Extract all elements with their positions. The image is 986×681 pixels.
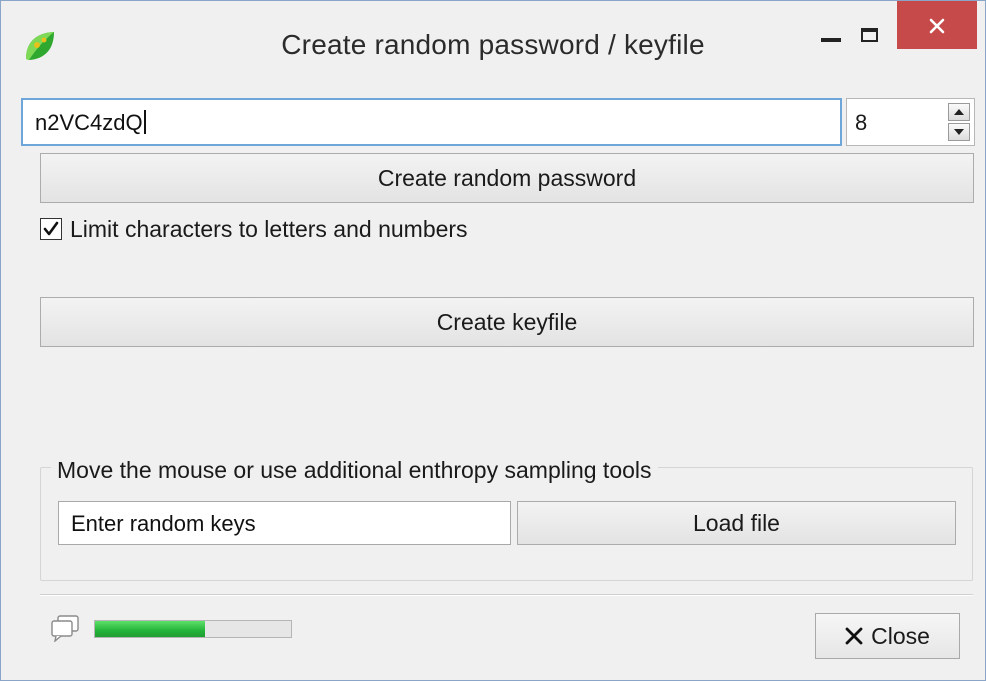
entropy-progress-bar [94, 620, 292, 638]
load-file-button[interactable]: Load file [517, 501, 956, 545]
create-keyfile-button[interactable]: Create keyfile [40, 297, 974, 347]
close-icon [929, 18, 945, 34]
checkmark-icon [43, 221, 59, 236]
maximize-icon [861, 28, 878, 42]
arrow-up-icon [954, 109, 964, 115]
title-bar[interactable]: Create random password / keyfile [1, 1, 985, 85]
limit-characters-label: Limit characters to letters and numbers [70, 216, 468, 242]
titlebar-close-button[interactable] [897, 1, 977, 49]
length-spinbox[interactable]: 8 [846, 98, 975, 146]
close-x-icon [845, 627, 863, 645]
close-button-label: Close [871, 623, 930, 649]
progress-fill [95, 621, 205, 637]
text-caret [143, 110, 146, 134]
spin-up-button[interactable] [948, 103, 970, 121]
maximize-button[interactable] [851, 1, 891, 61]
minimize-button[interactable] [813, 1, 851, 61]
spin-down-button[interactable] [948, 123, 970, 141]
close-button[interactable]: Close [815, 613, 960, 659]
limit-characters-checkbox[interactable] [40, 218, 62, 240]
random-keys-input[interactable]: Enter random keys [58, 501, 511, 545]
minimize-icon [821, 38, 841, 42]
password-field[interactable]: n2VC4zdQ [21, 98, 842, 146]
password-value: n2VC4zdQ [35, 110, 143, 135]
length-value: 8 [855, 110, 868, 135]
speech-bubbles-icon [51, 615, 79, 642]
dialog-window: Create random password / keyfile n2VC4zd… [0, 0, 986, 681]
create-password-button[interactable]: Create random password [40, 153, 974, 203]
spin-arrows [948, 103, 970, 141]
arrow-down-icon [954, 129, 964, 135]
entropy-group-label: Move the mouse or use additional enthrop… [51, 457, 658, 484]
footer-divider-highlight [40, 595, 973, 596]
